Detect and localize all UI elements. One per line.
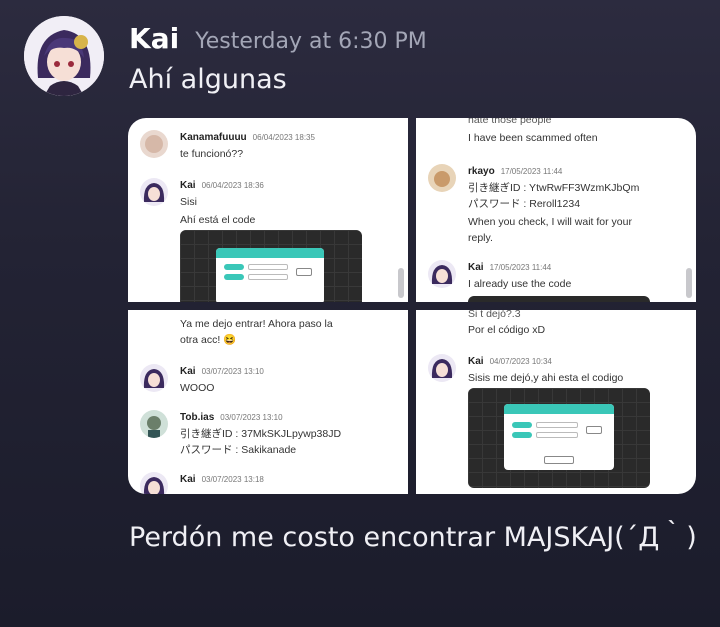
chat-text: I already use the code xyxy=(468,278,572,290)
chat-text: Si t dejó?.3 xyxy=(468,310,521,320)
chat-username: Kai 17/05/2023 11:44 xyxy=(468,262,552,273)
chat-username: Kai 03/07/2023 13:10 xyxy=(180,366,264,377)
attachment-image-2[interactable]: hate those people I have been scammed of… xyxy=(416,118,696,302)
chat-username: Kai 03/07/2023 13:18 xyxy=(180,474,264,485)
message-header: Kai Yesterday at 6:30 PM xyxy=(129,22,427,55)
kai-chat-avatar xyxy=(428,260,456,288)
attachment-image-1[interactable]: Kanamafuuuu 06/04/2023 18:35 te funcionó?… xyxy=(128,118,408,302)
chat-text: Sisi xyxy=(180,196,197,208)
kai-chat-avatar xyxy=(140,178,168,206)
chat-username: Kai 04/07/2023 10:34 xyxy=(468,356,552,367)
chat-username: Kanamafuuuu 06/04/2023 18:35 xyxy=(180,132,315,143)
chat-text: Sisis me dejó,y ahi esta el codigo xyxy=(468,372,624,384)
kai-chat-avatar xyxy=(140,472,168,494)
rkayo-avatar xyxy=(428,164,456,192)
scrollbar[interactable] xyxy=(686,268,692,298)
chat-text: otra acc! 😆 xyxy=(180,334,237,346)
chat-text: Por el código xD xyxy=(468,324,546,336)
chat-username: rkayo 17/05/2023 11:44 xyxy=(468,166,563,177)
followup-message-text: Perdón me costo encontrar MAJSKAJ(´Д｀) xyxy=(129,522,697,553)
chat-text: WOOO xyxy=(180,382,215,394)
chat-username: Tob.ias 03/07/2023 13:10 xyxy=(180,412,283,423)
chat-username: Kai 06/04/2023 18:36 xyxy=(180,180,264,191)
user-avatar[interactable] xyxy=(24,16,104,96)
chat-text: Ya me dejo entrar! Ahora paso la xyxy=(180,318,333,330)
chat-text: te funcionó?? xyxy=(180,148,244,160)
kai-chat-avatar xyxy=(140,364,168,392)
chat-text: When you check, I will wait for your xyxy=(468,216,632,228)
image-attachment-gallery: Kanamafuuuu 06/04/2023 18:35 te funcionó?… xyxy=(128,118,696,494)
kai-avatar-image xyxy=(24,16,104,96)
kanamafuuuu-avatar xyxy=(140,130,168,158)
chat-text: パスワード : Reroll1234 xyxy=(468,198,581,210)
message-text: Ahí algunas xyxy=(129,64,287,95)
embedded-screenshot xyxy=(468,296,650,302)
scrollbar[interactable] xyxy=(398,268,404,298)
message-timestamp: Yesterday at 6:30 PM xyxy=(195,29,427,54)
chat-text: 引き継ぎID : YtwRwFF3WzmKJbQm xyxy=(468,182,640,194)
chat-text: I have been scammed often xyxy=(468,132,598,144)
tobias-avatar xyxy=(140,410,168,438)
embedded-screenshot xyxy=(180,230,362,302)
chat-text: パスワード : Sakikanade xyxy=(180,444,297,456)
embedded-screenshot xyxy=(468,388,650,488)
chat-text: 引き継ぎID : 37MkSKJLpywp38JD xyxy=(180,428,342,440)
chat-text: Ahí está el code xyxy=(180,214,256,226)
chat-text: hate those people xyxy=(468,118,552,126)
attachment-image-4[interactable]: Si t dejó?.3 Por el código xD Kai 04/07/2… xyxy=(416,310,696,494)
attachment-image-3[interactable]: Ya me dejo entrar! Ahora paso la otra ac… xyxy=(128,310,408,494)
kai-chat-avatar xyxy=(428,354,456,382)
username[interactable]: Kai xyxy=(129,22,179,55)
chat-text: reply. xyxy=(468,232,493,244)
